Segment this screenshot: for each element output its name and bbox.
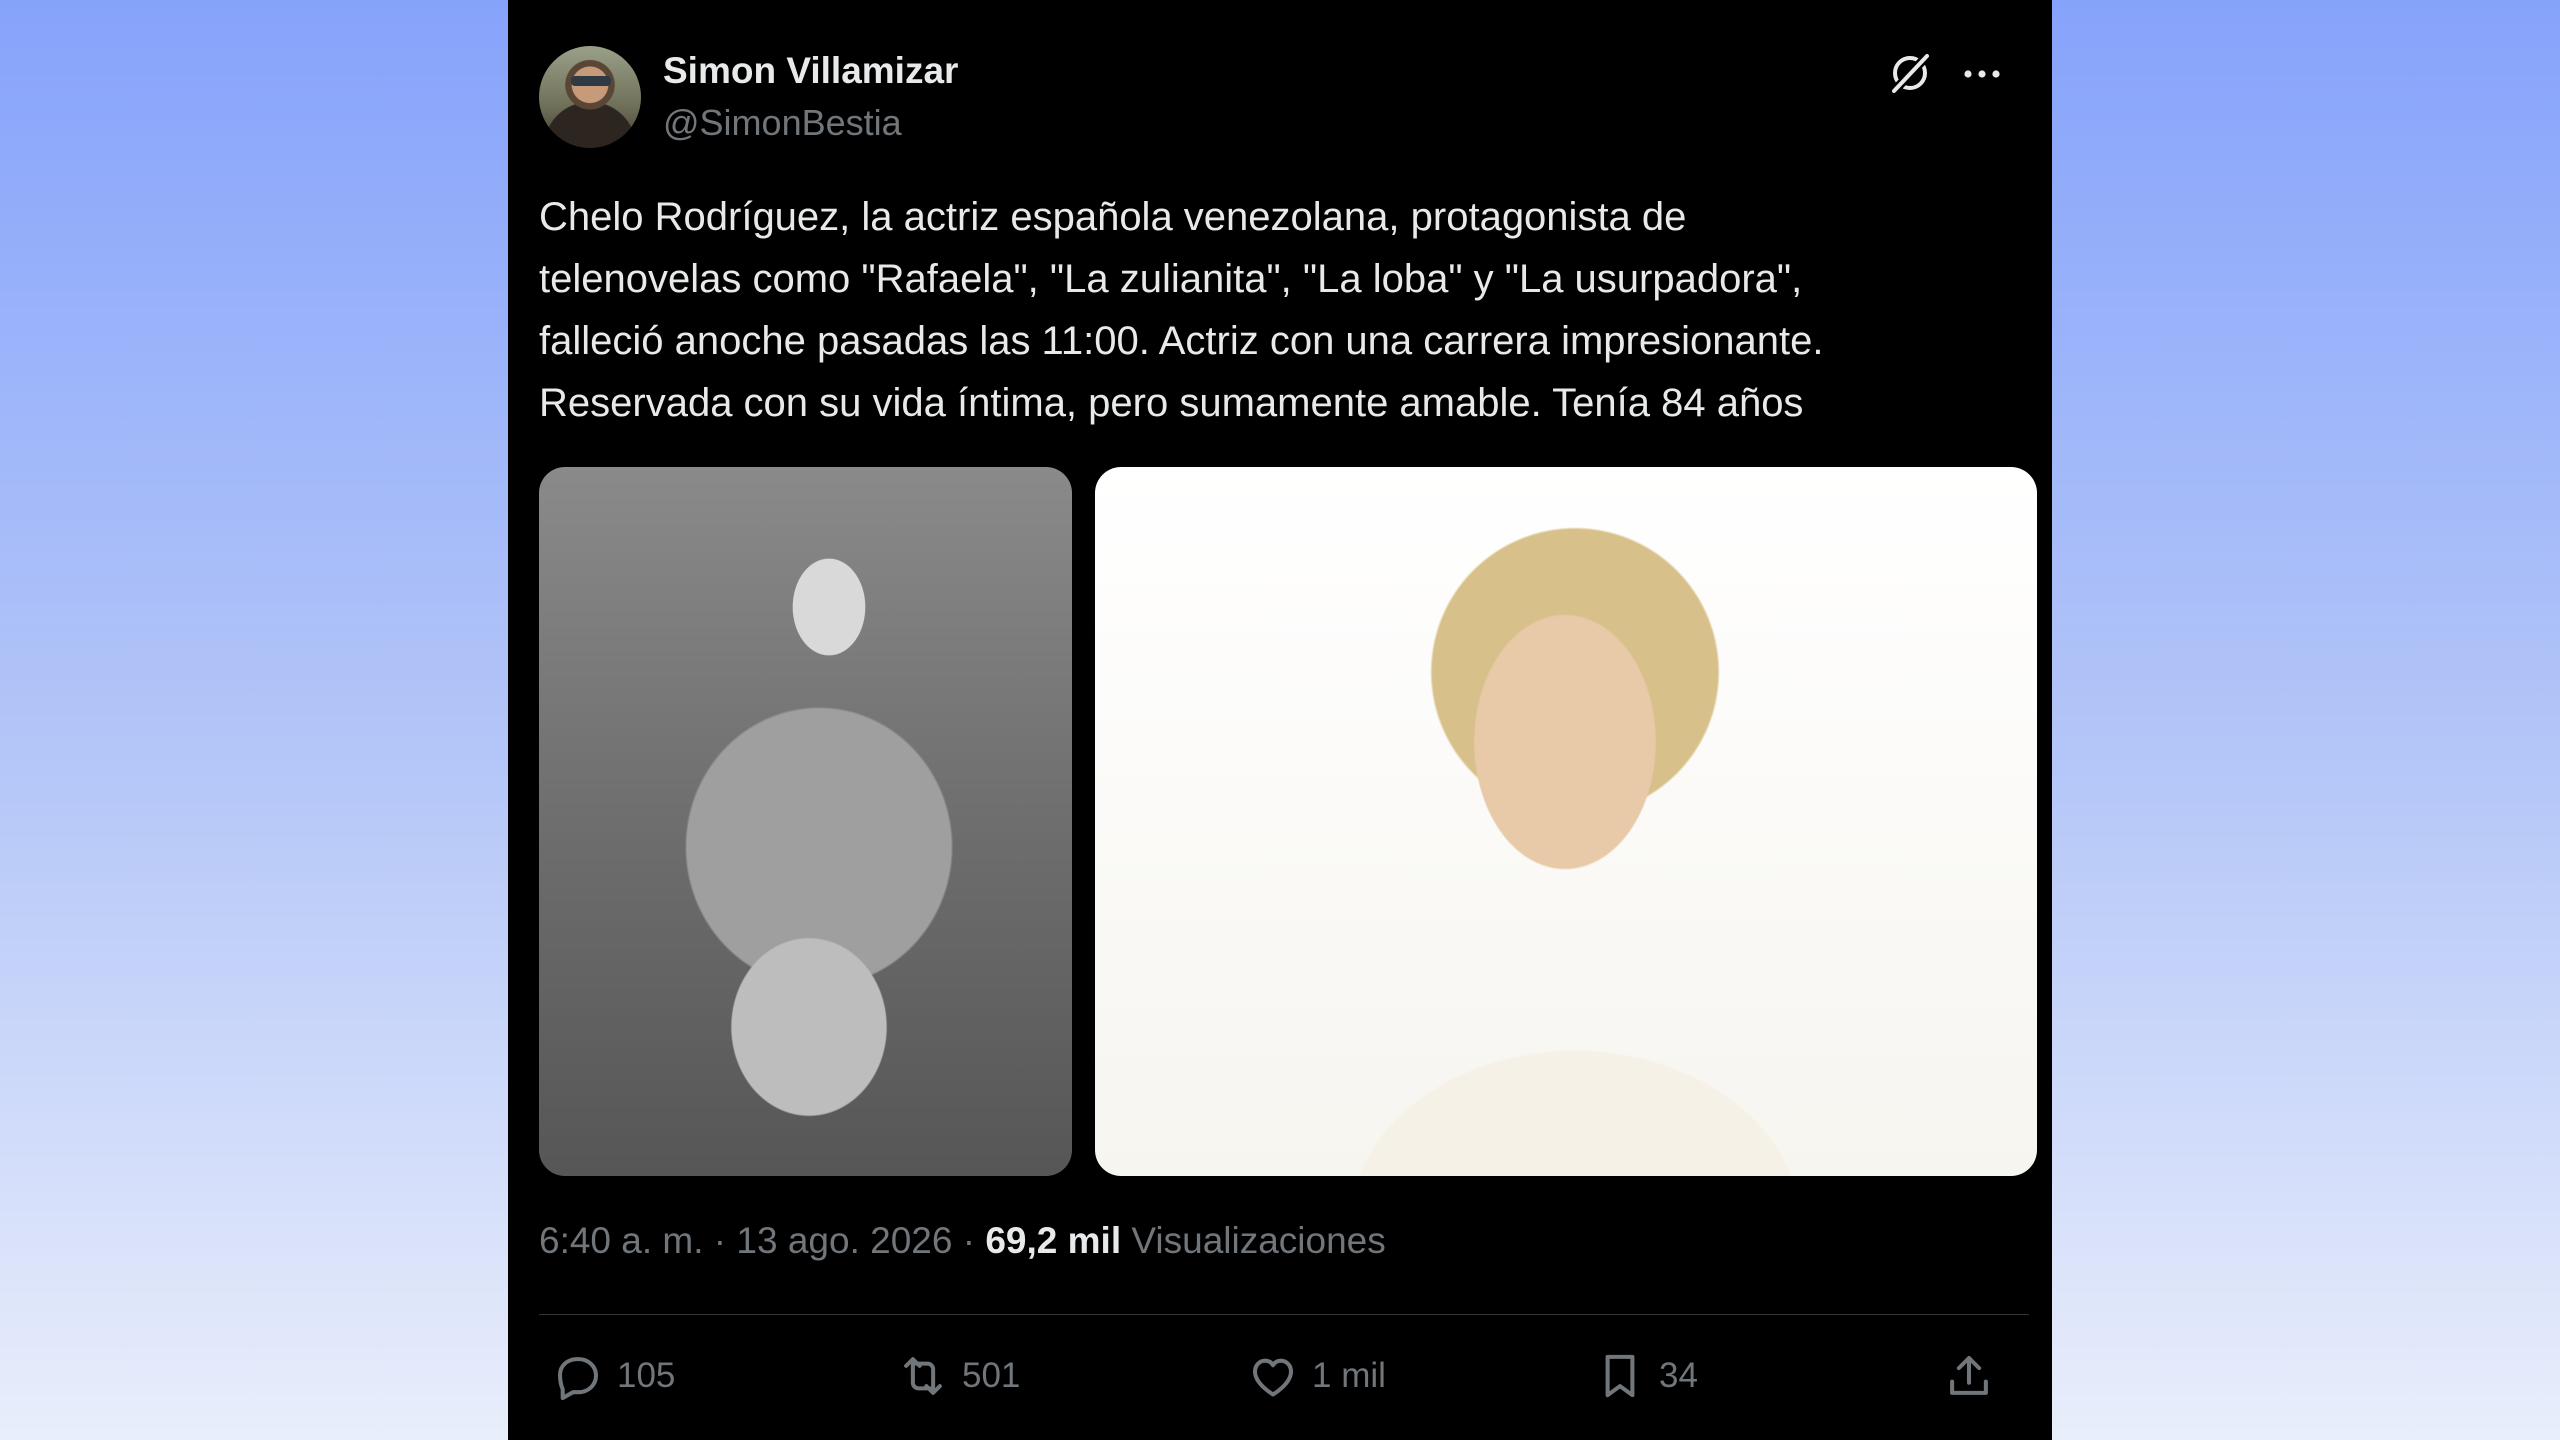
tweet-text-line: falleció anoche pasadas las 11:00. Actri…: [539, 319, 1824, 363]
bookmark-count: 34: [1659, 1356, 1698, 1395]
share-icon: [1950, 1355, 1988, 1395]
reply-icon: [557, 1357, 599, 1401]
user-handle[interactable]: @SimonBestia: [663, 102, 902, 144]
avatar[interactable]: [539, 46, 641, 148]
tweet-date[interactable]: 13 ago. 2026: [736, 1220, 952, 1261]
share-button[interactable]: [1942, 1348, 2008, 1404]
media-photo-color[interactable]: [1095, 467, 2037, 1176]
tweet-text: Chelo Rodríguez, la actriz española vene…: [539, 186, 2029, 434]
tweet-card: Simon Villamizar @SimonBestia Chelo Rodr…: [508, 0, 2052, 1440]
tweet-time[interactable]: 6:40 a. m.: [539, 1220, 704, 1261]
like-button[interactable]: 1 mil: [1246, 1348, 1386, 1404]
meta-separator: ·: [703, 1220, 737, 1261]
tweet-text-line: telenovelas como "Rafaela", "La zulianit…: [539, 257, 1803, 301]
meta-separator: ·: [952, 1220, 986, 1261]
display-name[interactable]: Simon Villamizar: [663, 50, 958, 92]
reply-count: 105: [617, 1356, 676, 1395]
bookmark-button[interactable]: 34: [1593, 1348, 1698, 1404]
views-label: Visualizaciones: [1131, 1220, 1386, 1261]
grok-icon[interactable]: [1886, 49, 1934, 97]
tweet-text-line: Reservada con su vida íntima, pero sumam…: [539, 381, 1804, 425]
retweet-button[interactable]: 501: [896, 1348, 1020, 1404]
divider: [539, 1314, 2029, 1315]
tweet-text-line: Chelo Rodríguez, la actriz española vene…: [539, 195, 1687, 239]
reply-button[interactable]: 105: [551, 1348, 675, 1404]
like-count: 1 mil: [1312, 1356, 1386, 1395]
bookmark-icon: [1605, 1354, 1635, 1398]
more-icon[interactable]: [1962, 54, 2002, 94]
tweet-meta: 6:40 a. m. · 13 ago. 2026 · 69,2 mil Vis…: [539, 1220, 1386, 1262]
retweet-count: 501: [962, 1356, 1021, 1395]
views-count: 69,2 mil: [985, 1220, 1122, 1261]
retweet-icon: [904, 1357, 942, 1395]
like-icon: [1252, 1358, 1294, 1397]
media-photo-black-white[interactable]: [539, 467, 1072, 1176]
